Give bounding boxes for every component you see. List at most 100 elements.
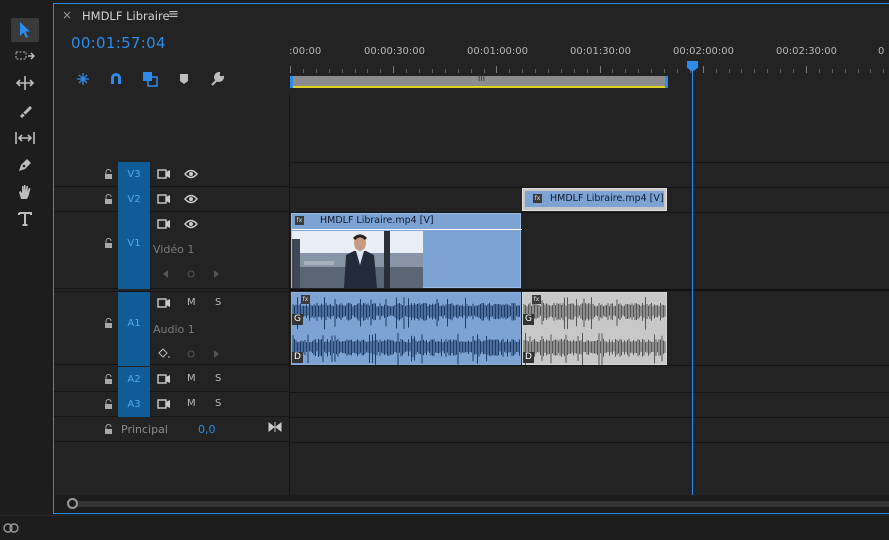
lock-icon[interactable] [104, 424, 113, 434]
clip-v2[interactable]: fx HMDLF Libraire.mp4 [V] [522, 188, 667, 211]
mute-button[interactable]: M [187, 398, 196, 409]
ruler-tick [716, 69, 717, 73]
track-target-a2[interactable]: A2 [118, 367, 150, 392]
ruler-tick [522, 69, 523, 73]
ripple-edit-icon[interactable] [11, 71, 39, 95]
track-target-v3[interactable]: V3 [118, 162, 150, 187]
jump-to-end-icon[interactable] [268, 421, 282, 433]
ruler-tick [754, 69, 755, 73]
ruler-tick [367, 69, 368, 73]
time-ruler[interactable]: :00:00 00:00:30:00 00:01:00:00 00:01:30:… [289, 38, 889, 98]
track-headers: V3 V2 V1 Vidéo 1 A1 M S Audio 1 A2 M S A… [54, 95, 290, 495]
timeline-panel: × HMDLF Libraire ≡ 00:01:57:04 :00:00 00… [53, 3, 889, 514]
lock-icon[interactable] [104, 318, 113, 328]
track-output-icon[interactable] [157, 297, 171, 309]
track-output-icon[interactable] [157, 168, 171, 180]
ruler-tick [509, 69, 510, 73]
wrench-icon[interactable] [208, 70, 226, 88]
track-target-a1[interactable]: A1 [118, 292, 150, 366]
track-output-icon[interactable] [157, 398, 171, 410]
horizontal-scrollbar[interactable] [54, 495, 889, 513]
clip-a1-second[interactable] [522, 292, 667, 365]
track-name-a1[interactable]: Audio 1 [153, 323, 195, 336]
eye-icon[interactable] [184, 193, 198, 205]
ruler-label: :00:00 [289, 46, 322, 57]
track-divider [290, 442, 889, 443]
marker-icon[interactable] [175, 70, 193, 88]
ruler-label: 00:00:30:00 [364, 46, 426, 57]
eye-icon[interactable] [184, 168, 198, 180]
ruler-tick [600, 66, 601, 73]
next-keyframe-icon[interactable] [209, 268, 223, 280]
next-keyframe-icon[interactable] [209, 348, 223, 360]
creative-cloud-icon[interactable] [3, 520, 19, 534]
scroll-track[interactable] [74, 501, 889, 507]
prev-keyframe-icon[interactable] [159, 268, 173, 280]
clip-a1[interactable] [291, 292, 521, 365]
lock-icon[interactable] [104, 399, 113, 409]
track-target-v1[interactable]: V1 [118, 212, 150, 289]
ruler-tick [793, 69, 794, 73]
track-header-a3: A3 M S [54, 392, 290, 417]
master-volume-value[interactable]: 0,0 [198, 423, 216, 436]
ruler-tick [883, 69, 884, 73]
ruler-tick [535, 69, 536, 73]
linked-selection-icon[interactable] [141, 70, 159, 88]
track-select-icon[interactable] [11, 44, 39, 68]
playhead-line[interactable] [692, 65, 693, 495]
timecode-display[interactable]: 00:01:57:04 [71, 34, 166, 52]
solo-button[interactable]: S [215, 373, 221, 384]
video-audio-divider [290, 289, 889, 291]
ruler-tick [496, 66, 497, 73]
ruler-tick [806, 66, 807, 73]
track-name-v1[interactable]: Vidéo 1 [153, 243, 194, 256]
ruler-tick [393, 66, 394, 73]
eye-icon[interactable] [184, 218, 198, 230]
solo-button[interactable]: S [215, 297, 221, 308]
ruler-tick [625, 69, 626, 73]
panel-menu-icon[interactable]: ≡ [168, 7, 179, 22]
hand-icon[interactable] [11, 180, 39, 204]
tab-bar: × HMDLF Libraire ≡ [54, 4, 889, 30]
ruler-tick [664, 69, 665, 73]
mute-button[interactable]: M [187, 373, 196, 384]
add-keyframe-icon[interactable] [184, 348, 198, 360]
clip-label: HMDLF Libraire.mp4 [V] [550, 193, 664, 204]
channel-label-right: D [523, 352, 534, 363]
mute-button[interactable]: M [187, 297, 196, 308]
work-area-grip[interactable]: III [478, 74, 485, 83]
snap-icon[interactable] [74, 70, 92, 88]
razor-icon[interactable] [11, 99, 39, 123]
track-output-icon[interactable] [157, 373, 171, 385]
ruler-tick [380, 69, 381, 73]
ruler-label: 00:01:30:00 [570, 46, 632, 57]
track-output-icon[interactable] [157, 193, 171, 205]
ruler-tick [484, 69, 485, 73]
ruler-tick [767, 69, 768, 73]
tab-title[interactable]: HMDLF Libraire [82, 9, 170, 23]
zoom-handle[interactable] [67, 498, 78, 509]
keyframe-mode-icon[interactable] [157, 348, 171, 360]
lock-icon[interactable] [104, 238, 113, 248]
ruler-tick [561, 69, 562, 73]
clip-v1[interactable]: fx HMDLF Libraire.mp4 [V] [291, 213, 522, 288]
track-area[interactable]: fx HMDLF Libraire.mp4 [V] fx HMDLF Libra… [290, 95, 889, 495]
close-icon[interactable]: × [62, 8, 72, 22]
ruler-tick [445, 69, 446, 73]
type-icon[interactable] [11, 207, 39, 231]
ruler-tick [780, 69, 781, 73]
pen-icon[interactable] [11, 153, 39, 177]
selection-tool-icon[interactable] [11, 18, 39, 42]
slip-icon[interactable] [11, 126, 39, 150]
lock-icon[interactable] [104, 374, 113, 384]
lock-icon[interactable] [104, 194, 113, 204]
magnet-icon[interactable] [107, 70, 125, 88]
add-keyframe-icon[interactable] [184, 268, 198, 280]
fx-badge: fx [295, 216, 304, 225]
lock-icon[interactable] [104, 169, 113, 179]
solo-button[interactable]: S [215, 398, 221, 409]
track-output-icon[interactable] [157, 218, 171, 230]
track-target-a3[interactable]: A3 [118, 392, 150, 417]
track-target-v2[interactable]: V2 [118, 187, 150, 212]
track-divider [290, 162, 889, 163]
